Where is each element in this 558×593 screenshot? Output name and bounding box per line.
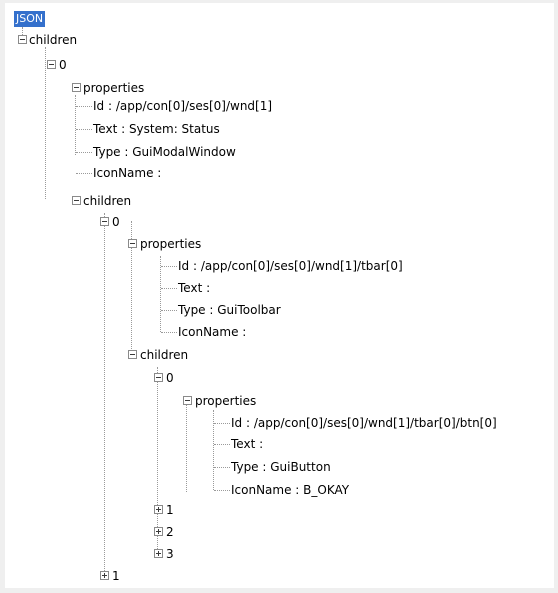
tree-line — [157, 367, 158, 553]
tree-line — [214, 423, 230, 424]
tree-node-properties[interactable]: properties — [83, 79, 144, 97]
tree-node-2[interactable]: 2 — [166, 523, 174, 541]
tree-node-properties[interactable]: properties — [140, 235, 201, 253]
expand-toggle-icon[interactable] — [154, 549, 163, 558]
tree-node-0[interactable]: 0 — [59, 56, 67, 74]
tree-root-json[interactable]: JSON — [14, 11, 46, 27]
tree-line — [161, 332, 177, 333]
collapse-toggle-icon[interactable] — [128, 350, 137, 359]
tree-node-1[interactable]: 1 — [112, 567, 120, 585]
tree-line — [214, 490, 230, 491]
tree-line — [213, 410, 214, 490]
property-iconname[interactable]: IconName : — [93, 164, 161, 182]
property-text[interactable]: Text : System: Status — [93, 120, 220, 138]
tree-line — [186, 402, 187, 492]
tree-line — [76, 106, 92, 107]
tree-line — [76, 152, 92, 153]
property-id[interactable]: Id : /app/con[0]/ses[0]/wnd[1]/tbar[0] — [178, 257, 403, 275]
tree-node-3[interactable]: 3 — [166, 545, 174, 563]
tree-node-properties[interactable]: properties — [195, 392, 256, 410]
tree-line — [76, 129, 92, 130]
property-text[interactable]: Text : — [178, 279, 210, 297]
collapse-toggle-icon[interactable] — [183, 396, 192, 405]
tree-node-0[interactable]: 0 — [166, 369, 174, 387]
tree-line — [161, 266, 177, 267]
tree-line — [75, 95, 76, 155]
expand-toggle-icon[interactable] — [154, 505, 163, 514]
expand-toggle-icon[interactable] — [154, 527, 163, 536]
property-iconname[interactable]: IconName : — [178, 323, 246, 341]
tree-line — [104, 213, 105, 575]
tree-node-children[interactable]: children — [83, 192, 131, 210]
collapse-toggle-icon[interactable] — [47, 60, 56, 69]
collapse-toggle-icon[interactable] — [72, 196, 81, 205]
property-type[interactable]: Type : GuiButton — [231, 458, 331, 476]
tree-line — [161, 288, 177, 289]
tree-line — [161, 310, 177, 311]
collapse-toggle-icon[interactable] — [154, 373, 163, 382]
collapse-toggle-icon[interactable] — [18, 35, 27, 44]
tree-node-1[interactable]: 1 — [166, 501, 174, 519]
property-iconname[interactable]: IconName : B_OKAY — [231, 481, 349, 499]
expand-toggle-icon[interactable] — [100, 571, 109, 580]
tree-line — [214, 444, 230, 445]
tree-line — [214, 467, 230, 468]
collapse-toggle-icon[interactable] — [100, 217, 109, 226]
json-tree-panel: JSON children 0 properties Id : /app/con… — [5, 3, 554, 588]
collapse-toggle-icon[interactable] — [72, 83, 81, 92]
property-text[interactable]: Text : — [231, 435, 263, 453]
collapse-toggle-icon[interactable] — [128, 239, 137, 248]
tree-line — [45, 47, 46, 199]
property-type[interactable]: Type : GuiModalWindow — [93, 143, 236, 161]
tree-node-0[interactable]: 0 — [112, 213, 120, 231]
tree-node-children[interactable]: children — [29, 31, 77, 49]
tree-node-children[interactable]: children — [140, 346, 188, 364]
tree-line — [160, 256, 161, 332]
tree-line — [76, 173, 92, 174]
property-type[interactable]: Type : GuiToolbar — [178, 301, 281, 319]
property-id[interactable]: Id : /app/con[0]/ses[0]/wnd[1]/tbar[0]/b… — [231, 414, 497, 432]
property-id[interactable]: Id : /app/con[0]/ses[0]/wnd[1] — [93, 97, 272, 115]
